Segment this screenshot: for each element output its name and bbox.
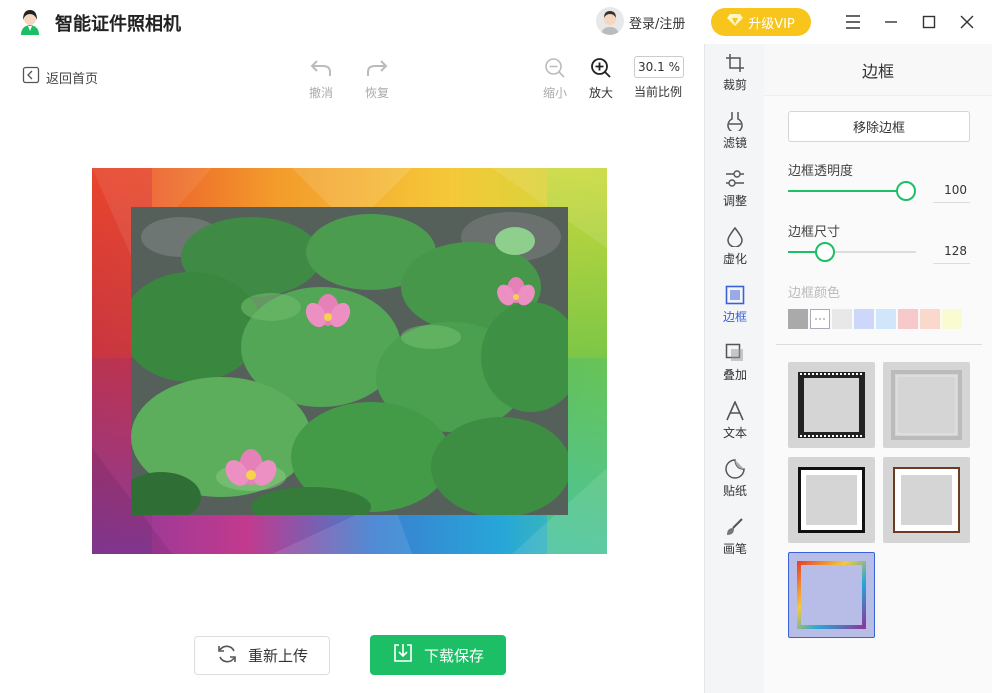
color-swatch[interactable] bbox=[832, 309, 852, 329]
frame-option-silver[interactable] bbox=[883, 362, 970, 448]
side-item-sticker[interactable]: 贴纸 bbox=[705, 458, 765, 499]
border-size-label: 边框尺寸 bbox=[788, 225, 841, 240]
zoom-caption: 当前比例 bbox=[634, 85, 683, 99]
close-icon[interactable] bbox=[955, 10, 979, 34]
side-item-label: 贴纸 bbox=[722, 484, 747, 498]
maximize-icon[interactable] bbox=[917, 10, 941, 34]
adjust-icon bbox=[724, 168, 746, 190]
download-save-button[interactable]: 下载保存 bbox=[370, 635, 506, 675]
back-home-button[interactable]: 返回首页 bbox=[22, 66, 98, 88]
upgrade-vip-button[interactable]: 升级VIP bbox=[711, 8, 811, 36]
redo-button[interactable]: 恢复 bbox=[365, 56, 389, 101]
slider-thumb[interactable] bbox=[896, 181, 916, 201]
reupload-label: 重新上传 bbox=[247, 647, 308, 665]
side-item-blur[interactable]: 虚化 bbox=[705, 226, 765, 267]
frame-option-black[interactable] bbox=[788, 457, 875, 543]
app-logo-icon bbox=[16, 8, 44, 36]
blur-icon bbox=[724, 226, 746, 248]
undo-button[interactable]: 撤消 bbox=[309, 56, 333, 101]
app-title: 智能证件照相机 bbox=[55, 14, 181, 35]
side-item-label: 叠加 bbox=[722, 368, 747, 382]
crop-icon bbox=[724, 52, 746, 74]
zoom-out-label: 缩小 bbox=[543, 86, 568, 100]
title-bar: 智能证件照相机 登录/注册 升级VIP bbox=[0, 0, 992, 44]
remove-border-button[interactable]: 移除边框 bbox=[788, 111, 970, 142]
side-item-overlay[interactable]: 叠加 bbox=[705, 342, 765, 383]
color-swatch[interactable] bbox=[854, 309, 874, 329]
border-icon bbox=[724, 284, 746, 306]
side-item-label: 画笔 bbox=[722, 542, 747, 556]
border-settings-panel: 边框 移除边框 边框透明度 100 边框尺寸 128 边框颜色 bbox=[764, 44, 992, 693]
black-frame-icon bbox=[798, 467, 865, 533]
brush-icon bbox=[724, 516, 746, 538]
minimize-icon[interactable] bbox=[879, 10, 903, 34]
frame-option-wood[interactable] bbox=[883, 457, 970, 543]
panel-divider bbox=[776, 344, 982, 345]
login-register-link[interactable]: 登录/注册 bbox=[629, 13, 685, 32]
slider-thumb[interactable] bbox=[815, 242, 835, 262]
side-item-text[interactable]: 文本 bbox=[705, 400, 765, 441]
frame-option-gradient[interactable] bbox=[788, 552, 875, 638]
overlay-icon bbox=[724, 342, 746, 364]
diamond-icon bbox=[727, 13, 744, 31]
undo-icon bbox=[309, 56, 333, 80]
sticker-icon bbox=[724, 458, 746, 480]
panel-title: 边框 bbox=[764, 44, 992, 96]
side-item-brush[interactable]: 画笔 bbox=[705, 516, 765, 557]
zoom-out-icon bbox=[543, 56, 567, 80]
zoom-out-button[interactable]: 缩小 bbox=[543, 56, 567, 101]
download-icon bbox=[392, 642, 414, 668]
redo-label: 恢复 bbox=[365, 86, 390, 100]
slider-fill bbox=[788, 190, 906, 192]
side-item-label: 滤镜 bbox=[722, 136, 747, 150]
border-opacity-label: 边框透明度 bbox=[788, 164, 854, 179]
color-swatch[interactable] bbox=[876, 309, 896, 329]
side-toolbar: 裁剪 滤镜 调整 虚化 边框 叠加 文本 贴纸 画笔 bbox=[704, 44, 764, 693]
silver-frame-icon bbox=[891, 370, 962, 440]
side-item-label: 裁剪 bbox=[722, 78, 747, 92]
menu-icon[interactable] bbox=[841, 10, 865, 34]
border-color-label: 边框颜色 bbox=[788, 286, 841, 301]
border-size-value[interactable]: 128 bbox=[933, 238, 970, 264]
side-item-filter[interactable]: 滤镜 bbox=[705, 110, 765, 151]
lotus-photo bbox=[131, 207, 568, 515]
side-item-label: 调整 bbox=[722, 194, 747, 208]
color-swatch[interactable] bbox=[942, 309, 962, 329]
side-item-label: 边框 bbox=[722, 310, 747, 324]
filter-icon bbox=[724, 110, 746, 132]
gradient-frame-icon bbox=[797, 561, 866, 629]
zoom-in-label: 放大 bbox=[589, 86, 614, 100]
side-item-adjust[interactable]: 调整 bbox=[705, 168, 765, 209]
side-item-border[interactable]: 边框 bbox=[705, 284, 765, 325]
reupload-button[interactable]: 重新上传 bbox=[194, 636, 330, 675]
user-avatar[interactable] bbox=[596, 7, 624, 35]
download-save-label: 下载保存 bbox=[423, 646, 484, 665]
text-icon bbox=[724, 400, 746, 422]
zoom-in-button[interactable]: 放大 bbox=[589, 56, 613, 101]
border-size-slider[interactable] bbox=[788, 242, 916, 262]
refresh-icon bbox=[216, 643, 238, 669]
undo-label: 撤消 bbox=[309, 86, 334, 100]
vip-label: 升级VIP bbox=[748, 16, 795, 32]
color-swatch[interactable] bbox=[898, 309, 918, 329]
side-item-label: 文本 bbox=[722, 426, 747, 440]
back-home-icon bbox=[22, 66, 40, 88]
redo-icon bbox=[365, 56, 389, 80]
zoom-in-icon bbox=[589, 56, 613, 80]
border-opacity-value[interactable]: 100 bbox=[933, 177, 970, 203]
frame-option-film[interactable] bbox=[788, 362, 875, 448]
color-swatch[interactable] bbox=[788, 309, 808, 329]
zoom-value-display[interactable]: 30.1 % bbox=[634, 56, 684, 78]
color-swatch[interactable] bbox=[920, 309, 940, 329]
color-swatch[interactable] bbox=[810, 309, 830, 329]
back-home-label: 返回首页 bbox=[46, 71, 99, 87]
film-frame-icon bbox=[798, 372, 865, 438]
app-window: 智能证件照相机 登录/注册 升级VIP 返回首页 撤消 恢复 缩小 放大 30.… bbox=[0, 0, 992, 693]
border-opacity-slider[interactable] bbox=[788, 181, 916, 201]
wood-frame-icon bbox=[893, 467, 960, 533]
side-item-crop[interactable]: 裁剪 bbox=[705, 52, 765, 93]
side-item-label: 虚化 bbox=[722, 252, 747, 266]
